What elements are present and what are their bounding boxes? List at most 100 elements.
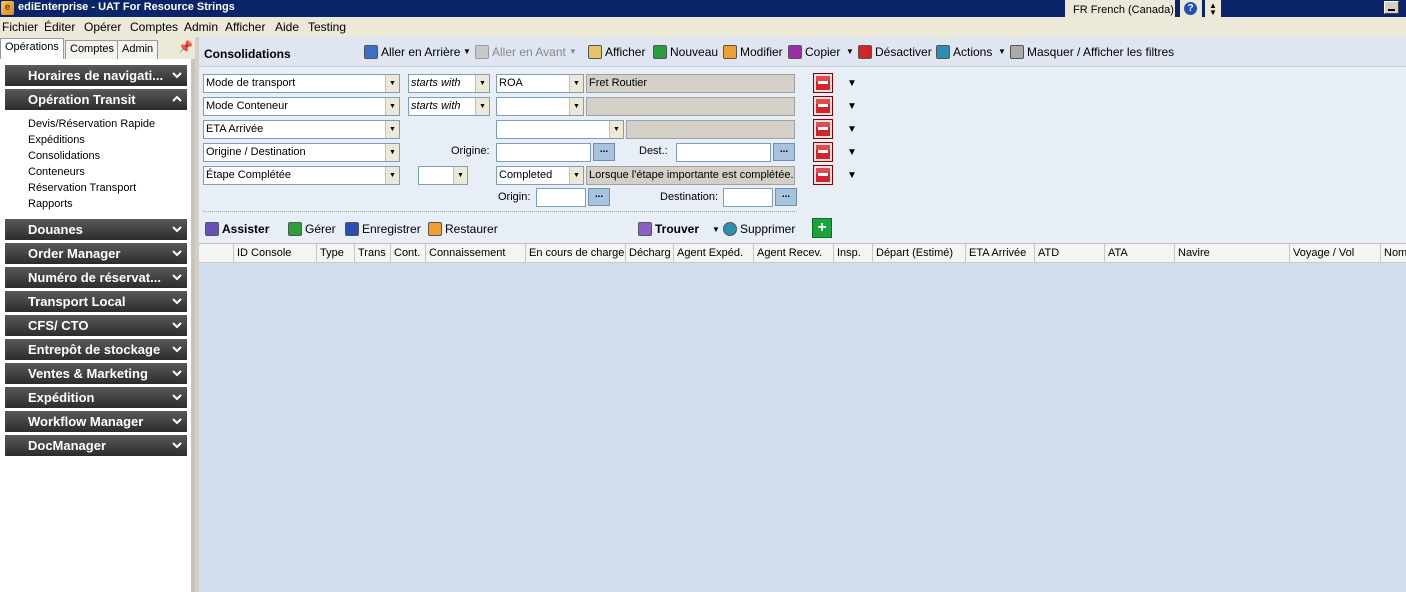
copy-dropdown-icon[interactable]: ▼ <box>846 47 854 56</box>
section-docmanager[interactable]: DocManager <box>5 435 187 456</box>
sidebar-item-reservation-transport[interactable]: Réservation Transport <box>28 182 136 194</box>
origin-input-2[interactable] <box>536 188 586 207</box>
column-header[interactable]: En cours de charge <box>526 244 626 263</box>
forward-dropdown-icon[interactable]: ▼ <box>569 47 577 56</box>
manage-button[interactable]: Gérer <box>288 222 336 236</box>
remove-filter-4-button[interactable] <box>813 142 833 162</box>
column-header[interactable]: Insp. <box>834 244 873 263</box>
filter-row-3-menu-icon[interactable]: ▼ <box>847 124 857 135</box>
filter-row-1-menu-icon[interactable]: ▼ <box>847 78 857 89</box>
column-selector[interactable] <box>199 244 234 263</box>
column-header[interactable]: ID Console <box>234 244 317 263</box>
menu-aide[interactable]: Aide <box>275 20 299 34</box>
filter-value-3[interactable]: ▼ <box>496 120 624 139</box>
origin-input[interactable] <box>496 143 591 162</box>
find-button[interactable]: Trouver <box>638 222 699 236</box>
actions-dropdown-icon[interactable]: ▼ <box>998 47 1006 56</box>
add-filter-button[interactable]: + <box>812 218 832 238</box>
section-expedition[interactable]: Expédition <box>5 387 187 408</box>
menu-testing[interactable]: Testing <box>308 20 346 34</box>
section-order-manager[interactable]: Order Manager <box>5 243 187 264</box>
filter-field-4[interactable]: Origine / Destination ▼ <box>203 143 400 162</box>
filter-operator-1[interactable]: starts with ▼ <box>408 74 490 93</box>
section-douanes[interactable]: Douanes <box>5 219 187 240</box>
section-cfs-cto[interactable]: CFS/ CTO <box>5 315 187 336</box>
column-header[interactable]: Navire <box>1175 244 1290 263</box>
remove-filter-3-button[interactable] <box>813 119 833 139</box>
tab-admin[interactable]: Admin <box>117 40 159 59</box>
filter-row-4-menu-icon[interactable]: ▼ <box>847 147 857 158</box>
delete-button[interactable]: Supprimer <box>723 222 795 236</box>
copy-button[interactable]: Copier <box>788 45 840 59</box>
help-button[interactable]: ? <box>1180 0 1202 17</box>
sidebar-item-consolidations[interactable]: Consolidations <box>28 150 100 162</box>
minimize-button[interactable] <box>1384 1 1399 14</box>
menu-admin[interactable]: Admin <box>184 20 218 34</box>
menu-fichier[interactable]: Fichier <box>2 20 38 34</box>
save-button[interactable]: Enregistrer <box>345 222 421 236</box>
menu-editer[interactable]: Éditer <box>44 20 75 34</box>
column-header[interactable]: Connaissement <box>426 244 526 263</box>
show-button[interactable]: Afficher <box>588 45 645 59</box>
forward-button[interactable]: Aller en Avant <box>475 45 566 59</box>
filter-value-2[interactable]: ▼ <box>496 97 584 116</box>
filter-field-5[interactable]: Étape Complétée ▼ <box>203 166 400 185</box>
sidebar-item-expeditions[interactable]: Expéditions <box>28 134 85 146</box>
column-header[interactable]: Type <box>317 244 355 263</box>
menu-comptes[interactable]: Comptes <box>130 20 178 34</box>
section-entrepot[interactable]: Entrepôt de stockage <box>5 339 187 360</box>
section-horaires[interactable]: Horaires de navigati... <box>5 65 187 86</box>
column-header[interactable]: ATD <box>1035 244 1105 263</box>
menu-operer[interactable]: Opérer <box>84 20 121 34</box>
up-down-arrows-icon[interactable]: ▲ ▼ <box>1205 0 1221 17</box>
actions-button[interactable]: Actions <box>936 45 992 59</box>
section-workflow-manager[interactable]: Workflow Manager <box>5 411 187 432</box>
filter-field-3[interactable]: ETA Arrivée ▼ <box>203 120 400 139</box>
filter-row-2-menu-icon[interactable]: ▼ <box>847 101 857 112</box>
origin-lookup-button[interactable]: ... <box>593 143 615 161</box>
tab-operations[interactable]: Opérations <box>0 38 64 59</box>
column-header[interactable]: Trans <box>355 244 391 263</box>
assist-button[interactable]: Assister <box>205 222 269 236</box>
filter-field-2[interactable]: Mode Conteneur ▼ <box>203 97 400 116</box>
back-dropdown-icon[interactable]: ▼ <box>463 47 471 56</box>
column-header[interactable]: Agent Expéd. <box>674 244 754 263</box>
filter-row-5-menu-icon[interactable]: ▼ <box>847 170 857 181</box>
find-dropdown-icon[interactable]: ▼ <box>712 225 720 234</box>
dest-input[interactable] <box>676 143 771 162</box>
section-ventes-marketing[interactable]: Ventes & Marketing <box>5 363 187 384</box>
section-numero-reservation[interactable]: Numéro de réservat... <box>5 267 187 288</box>
menu-afficher[interactable]: Afficher <box>225 20 265 34</box>
sidebar-item-rapports[interactable]: Rapports <box>28 198 73 210</box>
toggle-filters-button[interactable]: Masquer / Afficher les filtres <box>1010 45 1174 59</box>
destination-lookup-button[interactable]: ... <box>775 188 797 206</box>
remove-filter-1-button[interactable] <box>813 73 833 93</box>
dest-lookup-button[interactable]: ... <box>773 143 795 161</box>
restore-button[interactable]: Restaurer <box>428 222 498 236</box>
column-header[interactable]: ETA Arrivée <box>966 244 1035 263</box>
column-header[interactable]: Départ (Estimé) <box>873 244 966 263</box>
language-selector[interactable]: FR French (Canada) <box>1065 0 1175 17</box>
sidebar-item-devis[interactable]: Devis/Réservation Rapide <box>28 118 155 130</box>
edit-button[interactable]: Modifier <box>723 45 783 59</box>
sidebar-item-conteneurs[interactable]: Conteneurs <box>28 166 85 178</box>
filter-value-5[interactable]: Completed ▼ <box>496 166 584 185</box>
section-transport-local[interactable]: Transport Local <box>5 291 187 312</box>
column-header[interactable]: ATA <box>1105 244 1175 263</box>
column-header[interactable]: Nom <box>1381 244 1406 263</box>
filter-field-1[interactable]: Mode de transport ▼ <box>203 74 400 93</box>
section-operation-transit[interactable]: Opération Transit <box>5 89 187 110</box>
column-header[interactable]: Agent Recev. <box>754 244 834 263</box>
pin-icon[interactable]: 📌 <box>178 40 193 54</box>
deactivate-button[interactable]: Désactiver <box>858 45 932 59</box>
remove-filter-5-button[interactable] <box>813 165 833 185</box>
filter-value-1[interactable]: ROA ▼ <box>496 74 584 93</box>
destination-input[interactable] <box>723 188 773 207</box>
remove-filter-2-button[interactable] <box>813 96 833 116</box>
filter-operator-2[interactable]: starts with ▼ <box>408 97 490 116</box>
column-header[interactable]: Voyage / Vol <box>1290 244 1381 263</box>
new-button[interactable]: Nouveau <box>653 45 718 59</box>
tab-comptes[interactable]: Comptes <box>65 40 120 59</box>
filter-operator-5[interactable]: ▼ <box>418 166 468 185</box>
back-button[interactable]: Aller en Arrière <box>364 45 460 59</box>
